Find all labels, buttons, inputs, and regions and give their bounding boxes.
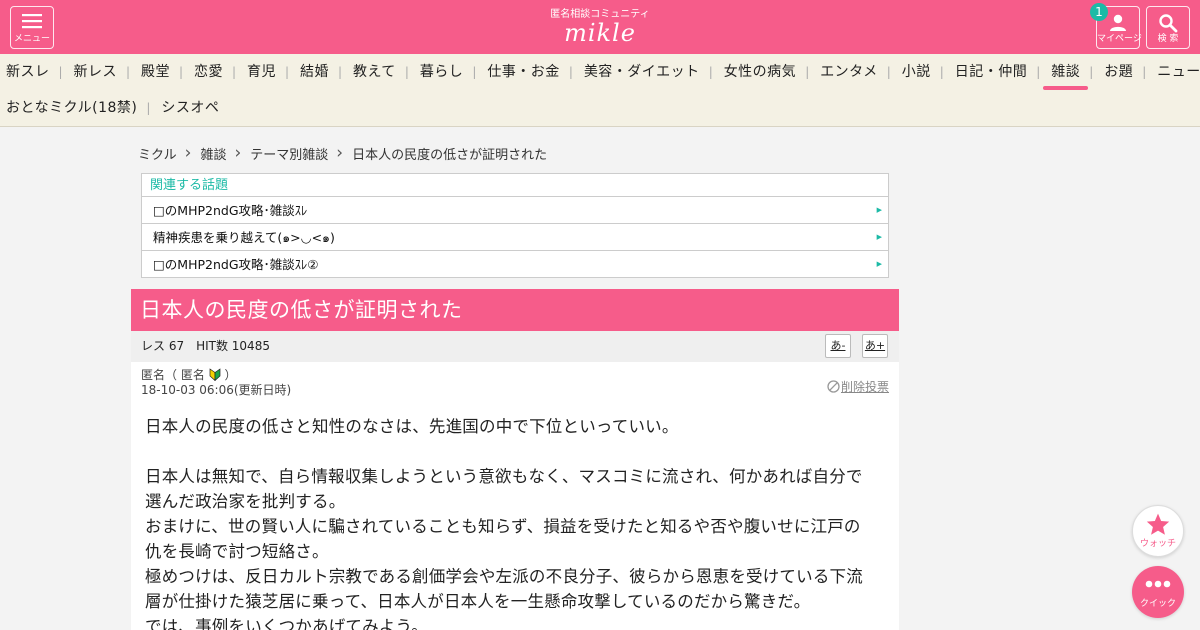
more-dots-icon (1145, 580, 1171, 588)
post-date: 18-10-03 06:06(更新日時) (141, 383, 292, 397)
triangle-right-icon: ▶ (876, 233, 882, 241)
post-body: 日本人の民度の低さと知性のなさは、先進国の中で下位といっていい。日本人は無知で、… (145, 414, 893, 630)
nav-category-item[interactable]: 暮らし (405, 54, 476, 90)
font-smaller-button[interactable]: あ- (825, 334, 851, 358)
delete-vote-link[interactable]: 削除投票 (827, 380, 889, 394)
breadcrumb: ミクル › 雑談 › テーマ別雑談 › 日本人の民度の低さが証明された (138, 143, 547, 163)
related-topic-label: 精神疾患を乗り越えて(๑>◡<๑) (153, 230, 335, 245)
related-topic-label: □のMHP2ndG攻略･雑談ｽﾚ (153, 203, 308, 218)
mypage-label: マイページ (1097, 34, 1142, 44)
related-topic-item[interactable]: 精神疾患を乗り越えて(๑>◡<๑) ▶ (142, 224, 888, 251)
nav-category-item[interactable]: ニュース (1142, 54, 1200, 90)
search-icon (1159, 14, 1178, 33)
nav-category-item[interactable]: 結婚 (285, 54, 341, 90)
related-topics: 関連する話題 □のMHP2ndG攻略･雑談ｽﾚ ▶ 精神疾患を乗り越えて(๑>◡<๑… (141, 173, 889, 278)
thread-stats: レス 67 HIT数 10485 (131, 331, 899, 362)
breadcrumb-link[interactable]: 雑談 (200, 144, 226, 163)
post: 匿名（ 匿名 ） 18-10-03 06:06(更新日時) 削除投票 日本人の民… (131, 362, 899, 630)
nav-category-item[interactable]: 日記・仲間 (940, 54, 1040, 90)
post-line: 日本人の民度の低さと知性のなさは、先進国の中で下位といっていい。 (145, 417, 679, 436)
triangle-right-icon: ▶ (876, 260, 882, 268)
post-line: 層が仕掛けた猿芝居に乗って、日本人が日本人を一生懸命攻撃しているのだから驚きだ。 (145, 592, 811, 611)
beginner-leaf-icon (209, 368, 221, 381)
nav-category-item[interactable]: おとなミクル(18禁) (0, 90, 149, 126)
watch-button[interactable]: ウォッチ (1132, 505, 1184, 557)
user-icon (1110, 14, 1126, 31)
nav-category-item[interactable]: 恋愛 (179, 54, 235, 90)
related-topic-item[interactable]: □のMHP2ndG攻略･雑談ｽﾚ ▶ (142, 197, 888, 224)
related-topic-label: □のMHP2ndG攻略･雑談ｽﾚ② (153, 257, 319, 272)
nav-category-item[interactable]: 育児 (232, 54, 288, 90)
font-larger-button[interactable]: あ+ (862, 334, 888, 358)
category-row-1: 新スレ新レス殿堂恋愛育児結婚教えて暮らし仕事・お金美容・ダイエット女性の病気エン… (0, 54, 1200, 90)
search-button[interactable]: 検 索 (1146, 6, 1190, 49)
nav-category-item[interactable]: 新レス (59, 54, 130, 90)
nav-category-item[interactable]: 女性の病気 (709, 54, 809, 90)
nav-category-item[interactable]: 小説 (887, 54, 943, 90)
post-line: 日本人は無知で、自ら情報収集しようという意欲もなく、マスコミに流され、何かあれば… (145, 467, 863, 486)
post-line: おまけに、世の賢い人に騙されていることも知らず、損益を受けたと知るや否や腹いせに… (145, 517, 861, 536)
related-topic-item[interactable]: □のMHP2ndG攻略･雑談ｽﾚ② ▶ (142, 251, 888, 278)
breadcrumb-current: 日本人の民度の低さが証明された (352, 147, 548, 163)
site-header: メニュー 匿名相談コミュニティ mikle マイページ 1 検 索 (0, 0, 1200, 54)
category-row-2: おとなミクル(18禁)シスオペ (0, 90, 231, 126)
category-nav: 新スレ新レス殿堂恋愛育児結婚教えて暮らし仕事・お金美容・ダイエット女性の病気エン… (0, 54, 1200, 127)
prohibited-icon (827, 380, 840, 393)
thread-title: 日本人の民度の低さが証明された (131, 289, 899, 331)
chevron-right-icon: › (336, 143, 344, 163)
nav-category-item[interactable]: エンタメ (805, 54, 890, 90)
delete-vote-label: 削除投票 (840, 380, 889, 394)
chevron-right-icon: › (234, 143, 242, 163)
poster-name: 匿名（ 匿名 (141, 368, 205, 382)
post-line: 選んだ政治家を批判する。 (145, 492, 346, 511)
star-icon (1146, 513, 1170, 535)
poster-info: 匿名（ 匿名 ） (141, 368, 237, 382)
poster-name-close: ） (224, 368, 237, 382)
quick-button[interactable]: クイック (1132, 566, 1184, 618)
related-topics-title: 関連する話題 (142, 174, 888, 197)
quick-label: クイック (1139, 599, 1176, 609)
triangle-right-icon: ▶ (876, 206, 882, 214)
nav-category-item[interactable]: 新スレ (0, 54, 62, 90)
post-line (145, 439, 893, 464)
nav-category-item[interactable]: シスオペ (146, 90, 231, 126)
nav-category-item[interactable]: 美容・ダイエット (569, 54, 712, 90)
nav-category-item[interactable]: 殿堂 (126, 54, 182, 90)
nav-category-item[interactable]: お題 (1089, 54, 1145, 90)
post-line: 仇を長崎で討つ短絡さ。 (145, 542, 329, 561)
breadcrumb-link[interactable]: テーマ別雑談 (250, 144, 328, 163)
nav-category-item[interactable]: 教えて (338, 54, 408, 90)
site-logo[interactable]: mikle (0, 18, 1200, 48)
chevron-right-icon: › (184, 143, 192, 163)
notification-badge: 1 (1090, 3, 1108, 21)
post-line: では、事例をいくつかあげてみよう。 (145, 617, 428, 630)
watch-label: ウォッチ (1139, 539, 1176, 549)
nav-category-item[interactable]: 雑談 (1036, 54, 1092, 90)
search-label: 検 索 (1157, 34, 1179, 44)
post-line: 極めつけは、反日カルト宗教である創価学会や左派の不良分子、彼らから恩恵を受けてい… (145, 567, 863, 586)
breadcrumb-link[interactable]: ミクル (138, 144, 177, 163)
nav-category-item[interactable]: 仕事・お金 (472, 54, 572, 90)
